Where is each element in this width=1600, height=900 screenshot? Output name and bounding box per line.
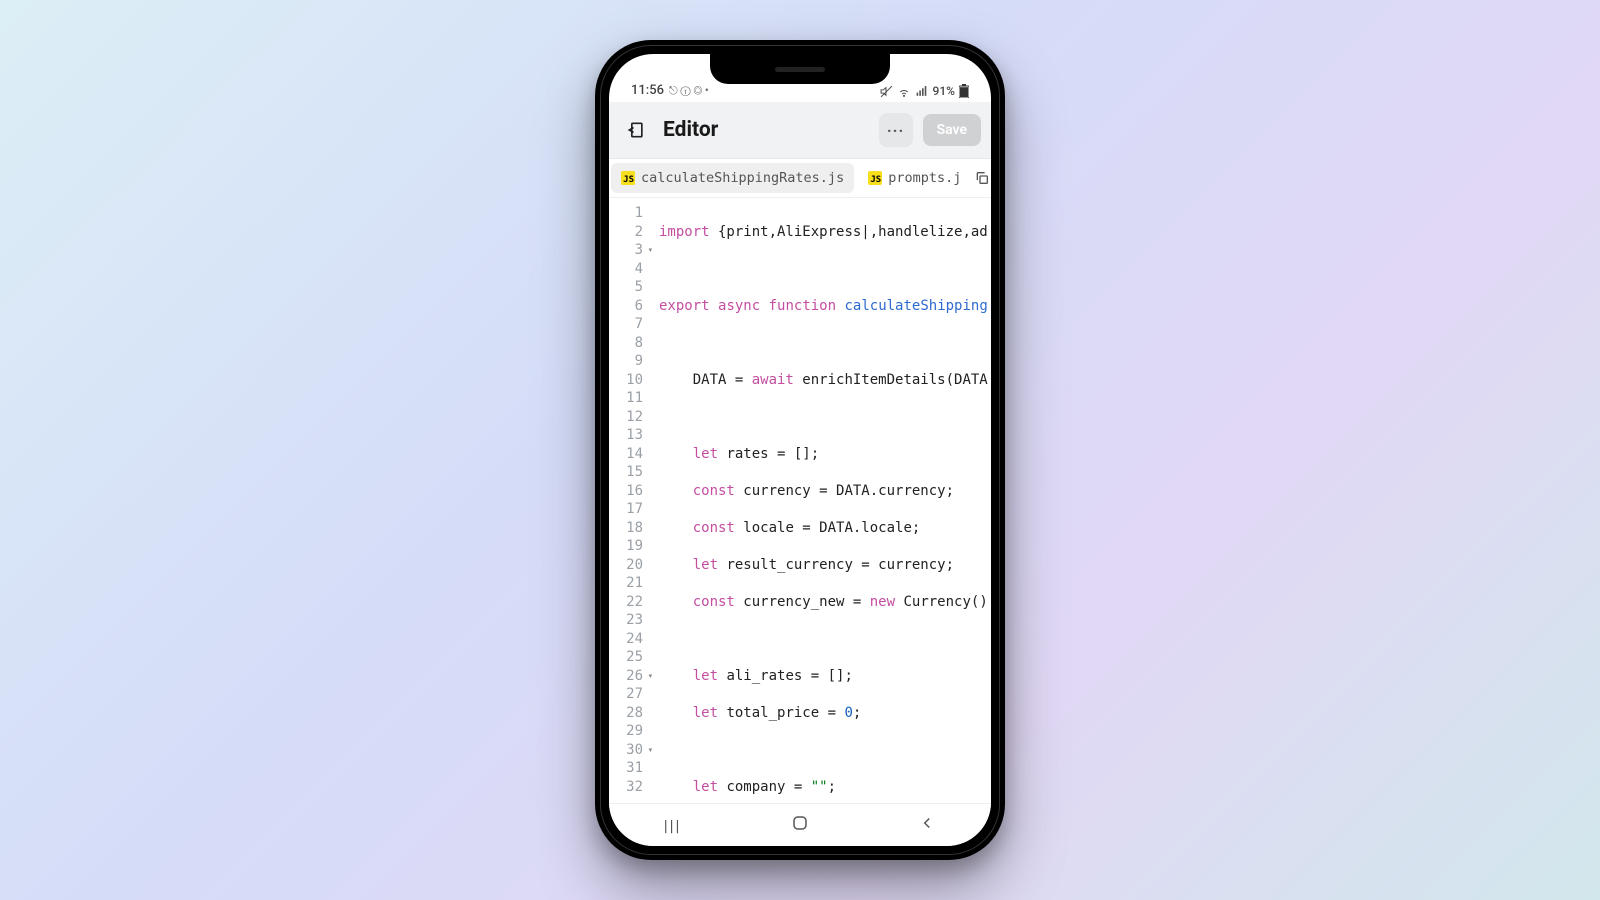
- line-number: 23: [609, 611, 643, 630]
- line-number: 6: [609, 297, 643, 316]
- line-number: 28: [609, 704, 643, 723]
- tab-prompts[interactable]: JS prompts.j: [856, 159, 973, 197]
- line-number: 19: [609, 537, 643, 556]
- line-number: 27: [609, 685, 643, 704]
- status-time: 11:56: [631, 83, 664, 98]
- line-number: 32: [609, 778, 643, 797]
- line-number: 7: [609, 315, 643, 334]
- recents-button[interactable]: |||: [664, 816, 682, 835]
- mute-icon: [880, 85, 893, 98]
- line-number: 30: [609, 741, 643, 760]
- nav-back-button[interactable]: [918, 814, 936, 836]
- line-number: 13: [609, 426, 643, 445]
- page-title: Editor: [663, 118, 869, 142]
- save-button[interactable]: Save: [923, 114, 981, 146]
- phone-screen: 11:56 ⎋ ⓣ ◎ • 91%: [609, 54, 991, 846]
- battery-icon: [959, 84, 969, 98]
- tab-calculate-shipping-rates[interactable]: JS calculateShippingRates.js: [611, 163, 854, 193]
- line-number: 17: [609, 500, 643, 519]
- wallpaper: 11:56 ⎋ ⓣ ◎ • 91%: [0, 0, 1600, 900]
- more-button[interactable]: ···: [879, 113, 913, 147]
- line-gutter: 1 2 3 4 5 6 7 8 9 10 11 12 13 14 15 16 1: [609, 198, 651, 803]
- code-content[interactable]: import {print,AliExpress|,handlelize,ad …: [651, 198, 988, 803]
- back-button[interactable]: [619, 113, 653, 147]
- line-number: 20: [609, 556, 643, 575]
- battery-text: 91%: [933, 84, 955, 98]
- tab-label: calculateShippingRates.js: [641, 170, 844, 186]
- app-bar: Editor ··· Save: [609, 102, 991, 159]
- copy-button[interactable]: [973, 159, 991, 197]
- js-file-icon: JS: [621, 171, 635, 185]
- code-editor[interactable]: 1 2 3 4 5 6 7 8 9 10 11 12 13 14 15 16 1: [609, 198, 991, 803]
- phone-notch: [710, 54, 890, 84]
- line-number: 11: [609, 389, 643, 408]
- line-number: 21: [609, 574, 643, 593]
- line-number: 1: [609, 204, 643, 223]
- line-number: 29: [609, 722, 643, 741]
- line-number: 8: [609, 334, 643, 353]
- js-file-icon: JS: [868, 171, 882, 185]
- line-number: 26: [609, 667, 643, 686]
- line-number: 25: [609, 648, 643, 667]
- line-number: 16: [609, 482, 643, 501]
- line-number: 15: [609, 463, 643, 482]
- line-number: 2: [609, 223, 643, 242]
- line-number: 12: [609, 408, 643, 427]
- line-number: 5: [609, 278, 643, 297]
- phone-frame: 11:56 ⎋ ⓣ ◎ • 91%: [595, 40, 1005, 860]
- tab-bar: JS calculateShippingRates.js JS prompts.…: [609, 159, 991, 198]
- line-number: 4: [609, 260, 643, 279]
- signal-icon: [915, 85, 929, 98]
- line-number: 14: [609, 445, 643, 464]
- line-number: 18: [609, 519, 643, 538]
- line-number: 10: [609, 371, 643, 390]
- line-number: 9: [609, 352, 643, 371]
- status-app-icons: ⎋ ⓣ ◎ •: [669, 84, 709, 98]
- line-number: 31: [609, 759, 643, 778]
- android-nav-bar: |||: [609, 803, 991, 846]
- home-button[interactable]: [791, 814, 809, 836]
- tab-label: prompts.j: [888, 170, 961, 186]
- wifi-icon: [897, 85, 911, 98]
- line-number: 3: [609, 241, 643, 260]
- line-number: 22: [609, 593, 643, 612]
- line-number: 24: [609, 630, 643, 649]
